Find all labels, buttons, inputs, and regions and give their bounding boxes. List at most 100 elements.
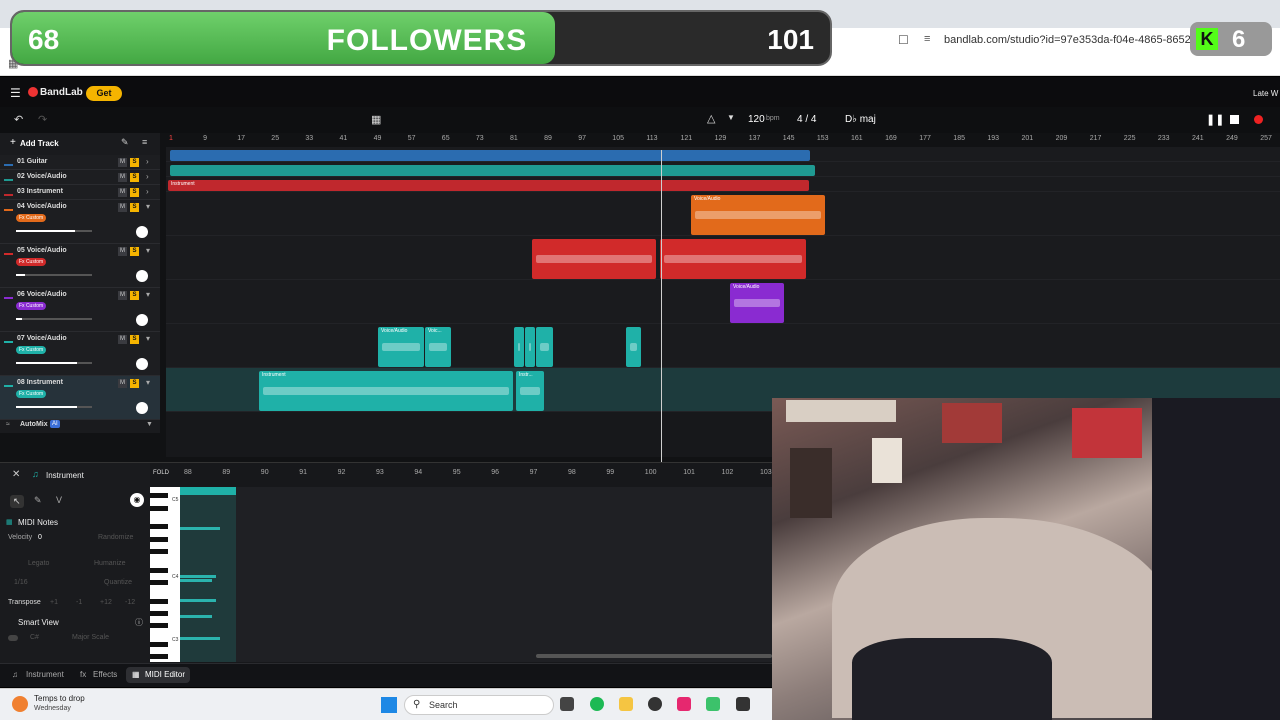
- black-key[interactable]: [150, 642, 168, 647]
- get-button[interactable]: Get: [86, 86, 122, 101]
- pan-knob[interactable]: [136, 270, 148, 282]
- midi-note[interactable]: [180, 599, 216, 602]
- mute-button[interactable]: M: [118, 379, 127, 388]
- chevron-right-icon[interactable]: ›: [146, 172, 149, 181]
- midi-note[interactable]: [180, 575, 216, 578]
- track-header[interactable]: 04 Voice/Audio M S ▾ Fx Custom: [0, 200, 160, 244]
- solo-button[interactable]: S: [130, 291, 139, 300]
- black-key[interactable]: [150, 505, 168, 511]
- key-select[interactable]: C#: [30, 634, 39, 641]
- track-name[interactable]: 07 Voice/Audio: [17, 335, 67, 342]
- solo-button[interactable]: S: [130, 158, 139, 167]
- track-name[interactable]: 01 Guitar: [17, 158, 47, 165]
- stop-icon[interactable]: [1230, 115, 1239, 124]
- pencil-tool-icon[interactable]: ✎: [34, 495, 42, 506]
- weather-day[interactable]: Wednesday: [34, 705, 71, 712]
- chevron-down-icon[interactable]: ▾: [146, 246, 150, 255]
- solo-button[interactable]: S: [130, 203, 139, 212]
- key-signature[interactable]: D♭ maj: [845, 114, 876, 125]
- task-view-icon[interactable]: [560, 697, 574, 711]
- transpose-down-1[interactable]: -1: [76, 599, 82, 606]
- davinci-icon[interactable]: [736, 697, 750, 711]
- mute-button[interactable]: M: [118, 188, 127, 197]
- midi-note[interactable]: [180, 637, 220, 640]
- weather-headline[interactable]: Temps to drop: [34, 694, 85, 703]
- audio-clip[interactable]: [525, 327, 535, 367]
- solo-button[interactable]: S: [130, 247, 139, 256]
- audio-clip[interactable]: [170, 165, 815, 176]
- audio-clip[interactable]: Instrument: [168, 180, 809, 191]
- track-header[interactable]: 06 Voice/Audio M S ▾ Fx Custom: [0, 288, 160, 332]
- chevron-down-icon[interactable]: ▼: [146, 421, 153, 428]
- track-name[interactable]: 06 Voice/Audio: [17, 291, 67, 298]
- pointer-tool-icon[interactable]: ↖: [10, 495, 24, 508]
- time-signature[interactable]: 4 / 4: [797, 114, 816, 125]
- volume-slider[interactable]: [16, 230, 92, 232]
- chevron-right-icon[interactable]: ›: [146, 157, 149, 166]
- solo-button[interactable]: S: [130, 379, 139, 388]
- mute-button[interactable]: M: [118, 247, 127, 256]
- black-key[interactable]: [150, 567, 168, 573]
- audio-clip[interactable]: Instrument: [259, 371, 513, 411]
- spotify-icon[interactable]: [590, 697, 604, 711]
- volume-slider[interactable]: [16, 274, 92, 276]
- volume-slider[interactable]: [16, 318, 92, 320]
- black-key[interactable]: [150, 654, 168, 660]
- audio-clip[interactable]: [536, 327, 553, 367]
- track-name[interactable]: 05 Voice/Audio: [17, 247, 67, 254]
- audio-clip[interactable]: Instr...: [516, 371, 544, 411]
- velocity-value[interactable]: 0: [38, 534, 42, 541]
- project-title-cut[interactable]: Late W: [1253, 89, 1278, 98]
- headphones-icon[interactable]: ◉: [130, 493, 144, 507]
- velocity-tool-icon[interactable]: V: [56, 495, 62, 505]
- taskbar-search[interactable]: ⚲ Search: [404, 695, 554, 715]
- transpose-down-12[interactable]: -12: [125, 599, 135, 606]
- pan-knob[interactable]: [136, 358, 148, 370]
- obs-icon[interactable]: [648, 697, 662, 711]
- grid-select[interactable]: 1/16: [14, 579, 28, 586]
- black-key[interactable]: [150, 623, 168, 629]
- black-key[interactable]: [150, 493, 168, 499]
- midi-note[interactable]: [180, 527, 220, 530]
- pan-knob[interactable]: [136, 314, 148, 326]
- legato-button[interactable]: Legato: [28, 560, 49, 567]
- chevron-right-icon[interactable]: ›: [146, 187, 149, 196]
- undo-icon[interactable]: ↶: [14, 113, 23, 126]
- chevron-down-icon[interactable]: ▼: [727, 113, 735, 122]
- piano-keyboard[interactable]: C5 C4 C3: [150, 487, 180, 662]
- mute-button[interactable]: M: [118, 335, 127, 344]
- windows-start-icon[interactable]: [381, 697, 397, 713]
- file-explorer-icon[interactable]: [619, 697, 633, 711]
- automix-row[interactable]: ≈ AutoMix AI ▼: [0, 419, 160, 433]
- midi-scrollbar[interactable]: [536, 654, 772, 658]
- black-key[interactable]: [150, 549, 168, 554]
- bookmark-icon[interactable]: ☐: [898, 33, 909, 47]
- track-lane[interactable]: [166, 280, 1280, 324]
- track-settings-icon[interactable]: ≡: [142, 137, 147, 147]
- volume-slider[interactable]: [16, 362, 92, 364]
- tab-instrument[interactable]: Instrument: [26, 670, 64, 679]
- solo-button[interactable]: S: [130, 173, 139, 182]
- audio-clip[interactable]: Voic...: [425, 327, 451, 367]
- midi-region-header[interactable]: [180, 487, 236, 495]
- audio-clip[interactable]: Voice/Audio: [378, 327, 424, 367]
- mute-button[interactable]: M: [118, 173, 127, 182]
- track-lane[interactable]: [166, 324, 1280, 368]
- transpose-up-12[interactable]: +12: [100, 599, 112, 606]
- menu-icon[interactable]: ☰: [10, 86, 21, 100]
- track-name[interactable]: 02 Voice/Audio: [17, 173, 67, 180]
- weather-icon[interactable]: [12, 696, 28, 712]
- piano-keys-icon[interactable]: ▦: [371, 113, 381, 126]
- fx-custom-badge[interactable]: Fx Custom: [16, 390, 47, 398]
- track-header[interactable]: 03 Instrument M S ›: [0, 185, 160, 200]
- audio-clip[interactable]: [514, 327, 524, 367]
- track-header[interactable]: 01 Guitar M S ›: [0, 155, 160, 170]
- pan-knob[interactable]: [136, 226, 148, 238]
- fx-custom-badge[interactable]: Fx Custom: [16, 258, 47, 266]
- mute-button[interactable]: M: [118, 291, 127, 300]
- mute-button[interactable]: M: [118, 203, 127, 212]
- volume-slider[interactable]: [16, 406, 92, 408]
- black-key[interactable]: [150, 580, 168, 585]
- chevron-down-icon[interactable]: ▾: [146, 202, 150, 211]
- black-key[interactable]: [150, 611, 168, 616]
